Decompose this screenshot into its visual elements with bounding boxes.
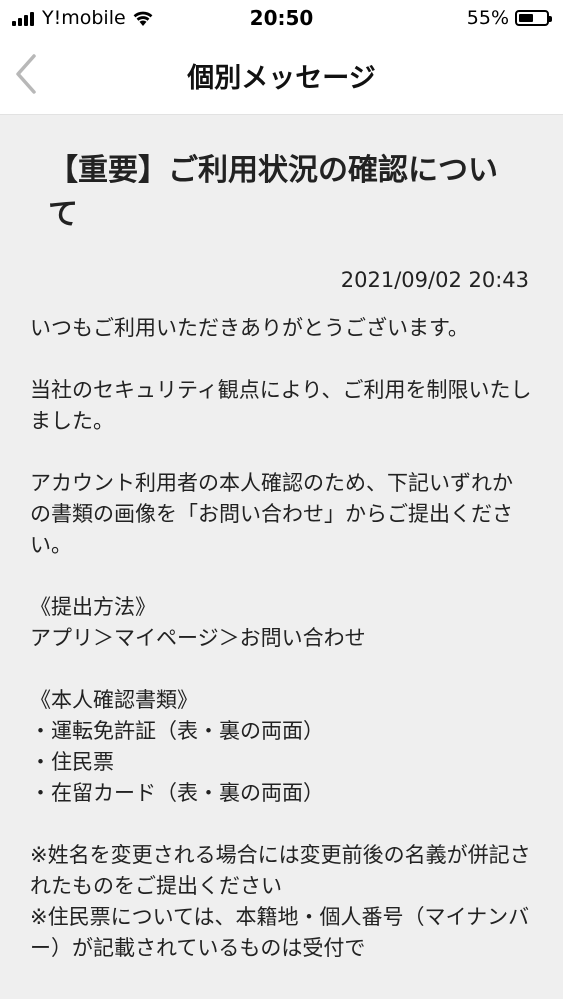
battery-percent: 55% (466, 7, 509, 29)
message-title: 【重要】ご利用状況の確認について (48, 153, 498, 232)
message-date: 2021/09/02 20:43 (340, 268, 529, 292)
message-line: ※姓名を変更される場合には変更前後の名義が併記されたものをご提出ください (30, 843, 531, 898)
message-paragraph: 《本人確認書類》 ・運転免許証（表・裏の両面） ・住民票 ・在留カード（表・裏の… (30, 685, 533, 809)
message-paragraph: ※姓名を変更される場合には変更前後の名義が併記されたものをご提出ください ※住民… (30, 840, 533, 964)
message-body: いつもご利用いただきありがとうございます。 当社のセキュリティ観点により、ご利用… (30, 313, 533, 964)
message-line: アカウント利用者の本人確認のため、下記いずれかの書類の画像を「お問い合わせ」から… (30, 471, 513, 557)
message-line: 《提出方法》 (30, 595, 156, 619)
battery-icon (515, 10, 552, 26)
message-line: 《本人確認書類》 (30, 688, 198, 712)
message-line: 当社のセキュリティ観点により、ご利用を制限いたしました。 (30, 378, 532, 433)
message-paragraph: いつもご利用いただきありがとうございます。 (30, 313, 533, 344)
navigation-bar: 個別メッセージ (0, 36, 563, 115)
status-right: 55% (466, 7, 552, 29)
message-paragraph: 当社のセキュリティ観点により、ご利用を制限いたしました。 (30, 375, 533, 437)
message-content: 【重要】ご利用状況の確認について 2021/09/02 20:43 いつもご利用… (0, 115, 563, 995)
message-line: いつもご利用いただきありがとうございます。 (30, 316, 469, 340)
message-paragraph: アカウント利用者の本人確認のため、下記いずれかの書類の画像を「お問い合わせ」から… (30, 468, 533, 561)
page-title: 個別メッセージ (187, 63, 376, 94)
message-line: ・住民票 (30, 750, 114, 774)
message-line: ・運転免許証（表・裏の両面） (30, 719, 324, 743)
message-line: ・在留カード（表・裏の両面） (30, 781, 324, 805)
message-line: アプリ＞マイページ＞お問い合わせ (30, 626, 366, 650)
battery-fill (519, 14, 534, 22)
message-paragraph: 《提出方法》 アプリ＞マイページ＞お問い合わせ (30, 592, 533, 654)
message-line: ※住民票については、本籍地・個人番号（マイナンバー）が記載されているものは受付で (30, 905, 530, 960)
status-bar: Y!mobile 20:50 55% (0, 0, 563, 36)
